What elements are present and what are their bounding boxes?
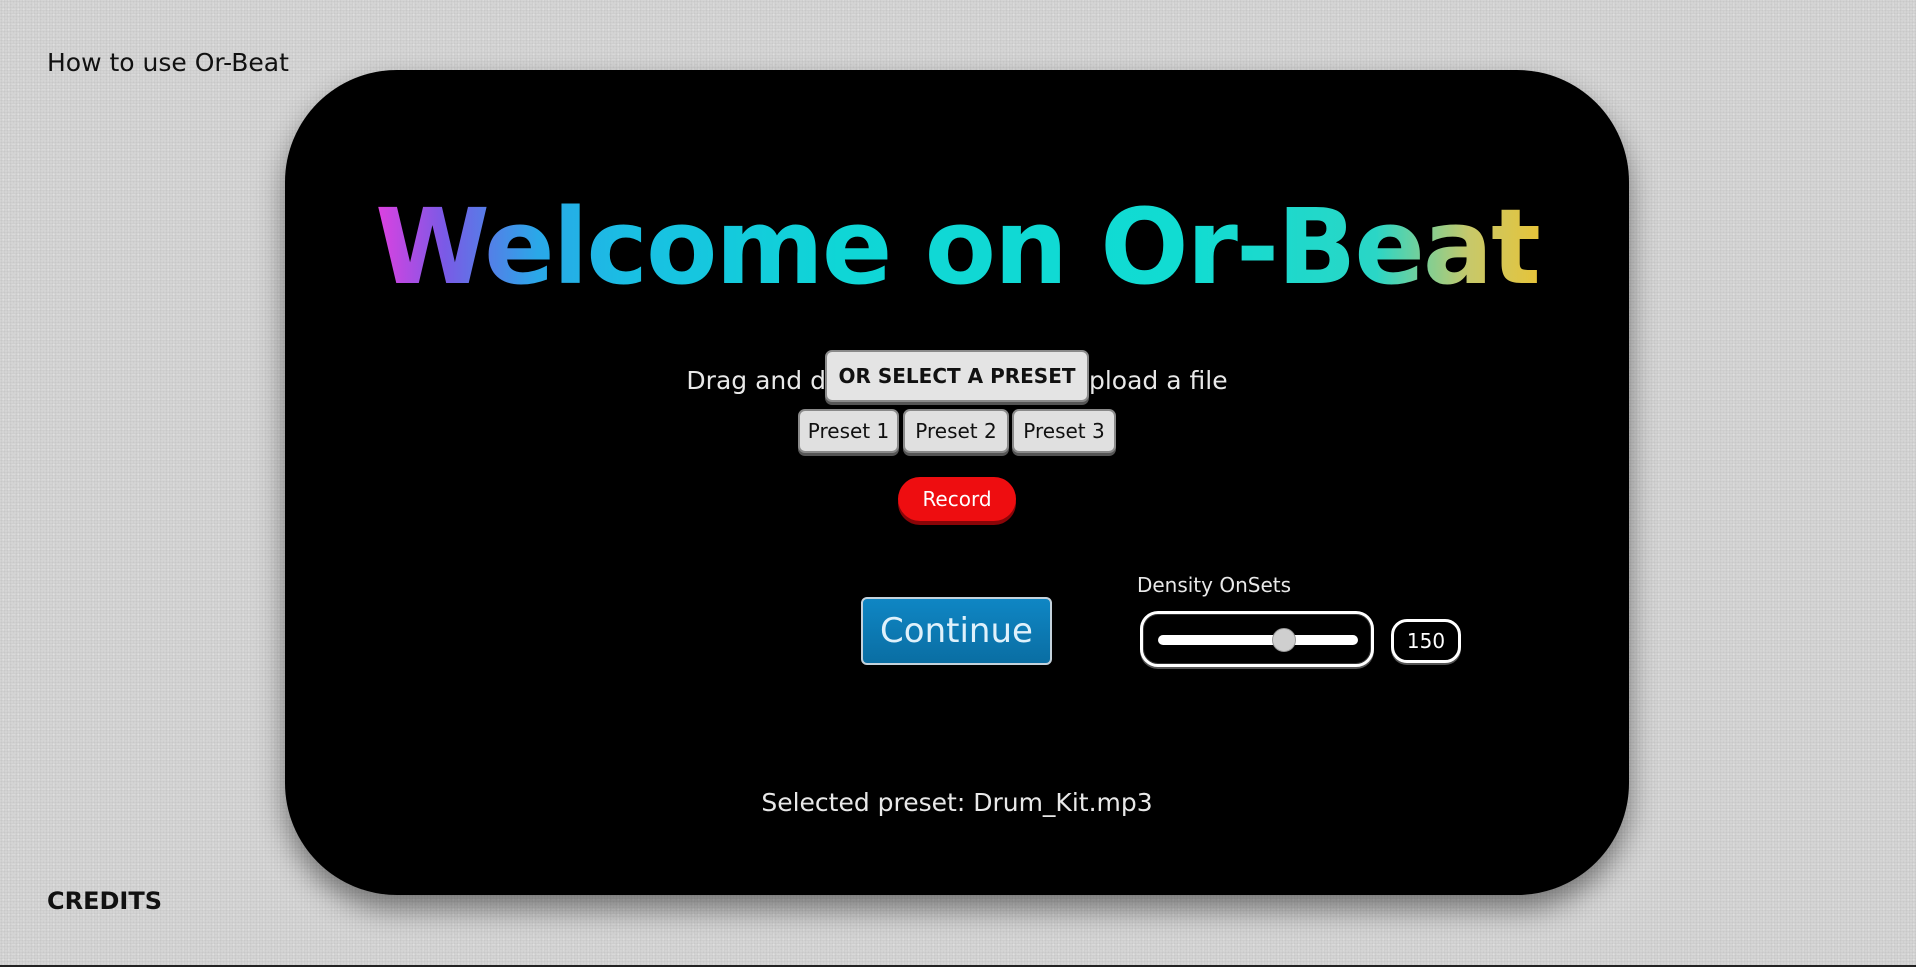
density-value-display: 150 <box>1391 619 1461 663</box>
how-to-use-link[interactable]: How to use Or-Beat <box>47 48 289 77</box>
page-title-text: Welcome on Or-Beat <box>375 186 1541 308</box>
preset-1-button[interactable]: Preset 1 <box>798 409 899 453</box>
preset-3-button[interactable]: Preset 3 <box>1012 409 1116 453</box>
density-slider-container <box>1140 611 1374 667</box>
select-preset-button[interactable]: OR SELECT A PRESET <box>825 350 1089 402</box>
main-card: Welcome on Or-Beat Drag and drop or Clic… <box>285 70 1629 895</box>
preset-2-button[interactable]: Preset 2 <box>903 409 1009 453</box>
credits-link[interactable]: CREDITS <box>47 887 162 915</box>
record-button[interactable]: Record <box>898 477 1016 521</box>
density-onsets-label: Density OnSets <box>1136 573 1292 597</box>
selected-preset-status: Selected preset: Drum_Kit.mp3 <box>761 788 1153 817</box>
page-title: Welcome on Or-Beat <box>285 186 1629 308</box>
density-slider-thumb[interactable] <box>1272 628 1296 652</box>
continue-button[interactable]: Continue <box>861 597 1052 665</box>
density-slider-track[interactable] <box>1158 635 1358 645</box>
